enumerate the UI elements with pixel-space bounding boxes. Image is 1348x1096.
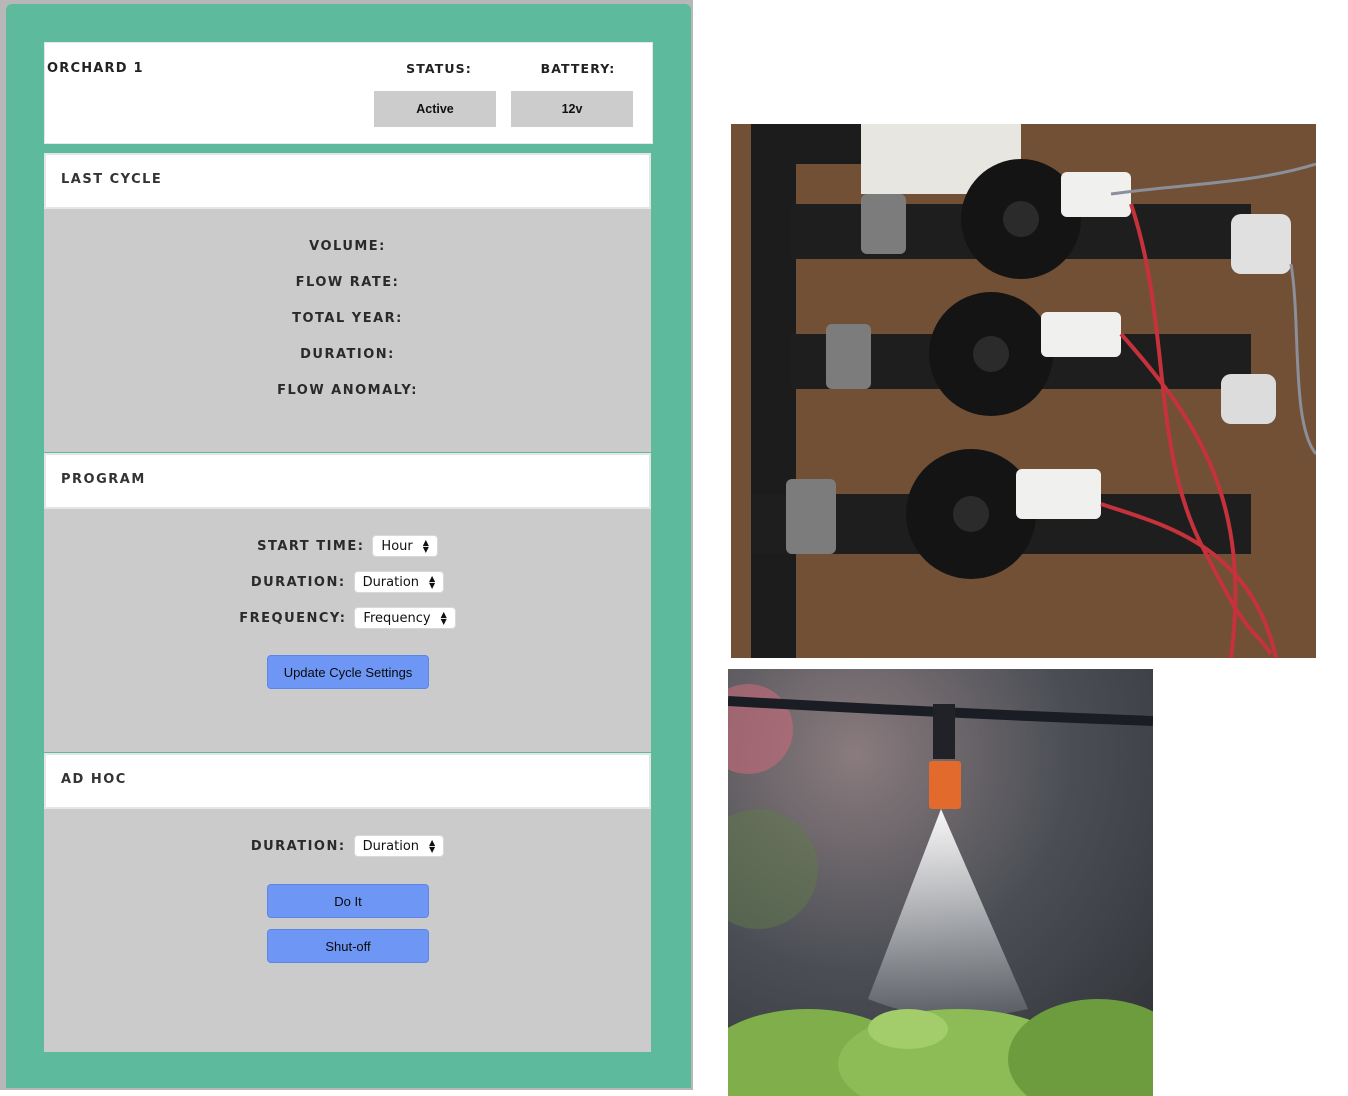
- frequency-label: FREQUENCY:: [239, 610, 347, 626]
- zone-title: ORCHARD 1: [47, 61, 144, 76]
- program-panel: START TIME: Hour ▲ ▼ DURATION: Duration ▲…: [44, 509, 651, 752]
- total-year-label: TOTAL YEAR:: [292, 311, 403, 326]
- select-arrows-icon: ▲ ▼: [429, 574, 436, 590]
- duration-label: DURATION:: [300, 347, 395, 362]
- program-duration-label: DURATION:: [250, 574, 346, 590]
- battery-value-box: 12v: [511, 91, 633, 127]
- last-cycle-header: LAST CYCLE: [44, 153, 651, 209]
- frequency-select[interactable]: Frequency ▲ ▼: [354, 607, 456, 629]
- app-frame: ORCHARD 1 STATUS: BATTERY: Active 12v LA…: [0, 0, 693, 1090]
- ad-hoc-duration-label: DURATION:: [250, 838, 346, 854]
- flow-rate-label: FLOW RATE:: [295, 275, 400, 290]
- start-time-row: START TIME: Hour ▲ ▼: [44, 535, 651, 557]
- start-time-value: Hour: [381, 538, 413, 554]
- valves-photo: [731, 124, 1316, 658]
- ad-hoc-duration-value: Duration: [362, 838, 420, 854]
- battery-label: BATTERY:: [540, 61, 616, 76]
- frequency-row: FREQUENCY: Frequency ▲ ▼: [44, 607, 651, 629]
- program-duration-value: Duration: [362, 574, 420, 590]
- sprinkler-photo: [728, 669, 1153, 1096]
- select-arrows-icon: ▲ ▼: [429, 838, 436, 854]
- volume-label: VOLUME:: [309, 239, 386, 254]
- program-title: PROGRAM: [61, 472, 146, 487]
- ad-hoc-header: AD HOC: [44, 753, 651, 809]
- status-label: STATUS:: [406, 61, 472, 76]
- header-card: ORCHARD 1 STATUS: BATTERY: Active 12v: [44, 42, 653, 144]
- do-it-button[interactable]: Do It: [267, 884, 429, 918]
- last-cycle-title: LAST CYCLE: [61, 172, 163, 187]
- status-value-box: Active: [374, 91, 496, 127]
- shutoff-button[interactable]: Shut-off: [267, 929, 429, 963]
- ad-hoc-duration-row: DURATION: Duration ▲ ▼: [44, 835, 651, 857]
- flow-anomaly-label: FLOW ANOMALY:: [277, 383, 418, 398]
- program-duration-select[interactable]: Duration ▲ ▼: [353, 571, 445, 593]
- select-arrows-icon: ▲ ▼: [440, 610, 447, 626]
- app-panel: ORCHARD 1 STATUS: BATTERY: Active 12v LA…: [6, 4, 691, 1088]
- program-header: PROGRAM: [44, 453, 651, 509]
- ad-hoc-title: AD HOC: [61, 772, 127, 787]
- update-cycle-settings-button[interactable]: Update Cycle Settings: [267, 655, 429, 689]
- last-cycle-panel: VOLUME: FLOW RATE: TOTAL YEAR: DURATION:…: [44, 209, 651, 452]
- ad-hoc-panel: DURATION: Duration ▲ ▼ Do It Shut-off: [44, 809, 651, 1052]
- start-time-select[interactable]: Hour ▲ ▼: [372, 535, 438, 557]
- ad-hoc-duration-select[interactable]: Duration ▲ ▼: [353, 835, 445, 857]
- frequency-value: Frequency: [363, 610, 431, 626]
- start-time-label: START TIME:: [257, 538, 365, 554]
- program-duration-row: DURATION: Duration ▲ ▼: [44, 571, 651, 593]
- select-arrows-icon: ▲ ▼: [422, 538, 429, 554]
